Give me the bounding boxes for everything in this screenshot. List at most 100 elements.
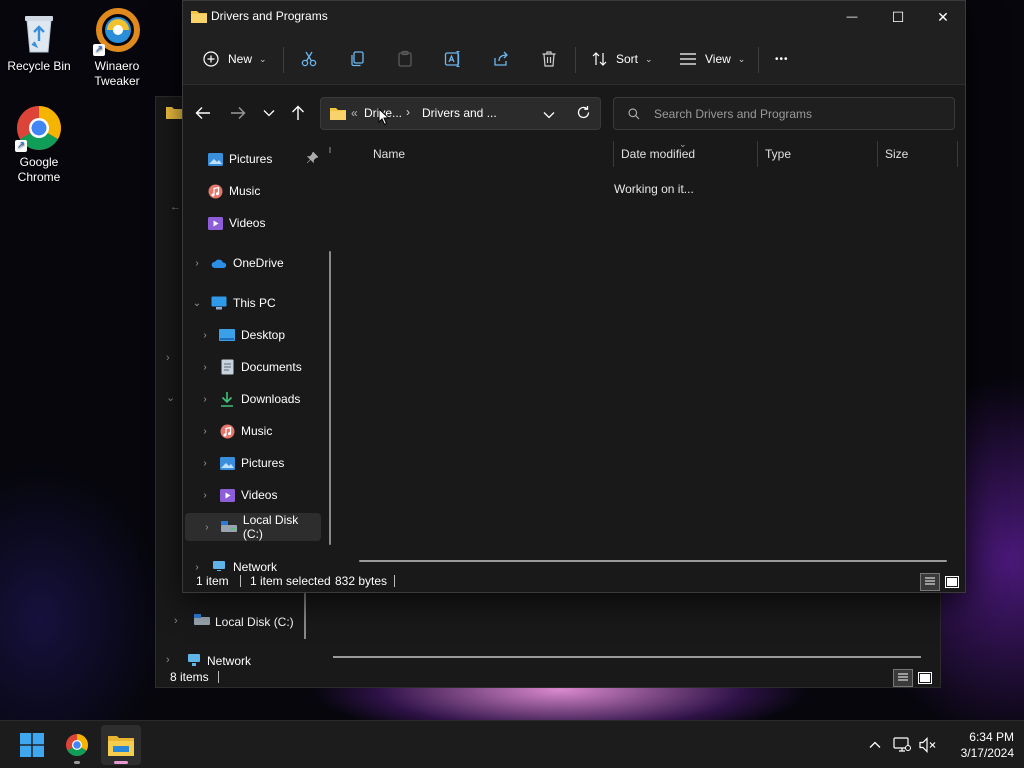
explorer-window[interactable]: Drivers and Programs — ☐ ✕ New ⌄ Sort ⌄ … (182, 0, 966, 593)
title-bar[interactable]: Drivers and Programs — ☐ ✕ (183, 1, 965, 33)
desktop-icon-google-chrome[interactable]: ↗ Google Chrome (1, 104, 77, 185)
back-button[interactable] (191, 101, 215, 125)
chevron-right-icon[interactable]: › (199, 490, 211, 501)
nav-item-label: Pictures (241, 456, 285, 470)
address-dropdown-button[interactable] (543, 108, 555, 122)
column-header-name[interactable]: Name (373, 147, 405, 161)
network-status-button[interactable] (892, 735, 912, 755)
chevron-right-icon[interactable]: › (199, 458, 211, 469)
nav-item-music[interactable]: › Music (183, 417, 329, 445)
large-icons-view-icon[interactable] (915, 669, 935, 687)
nav-item-videos-quick[interactable]: Videos (183, 209, 329, 237)
horizontal-scrollbar[interactable] (333, 656, 921, 658)
nav-item-documents[interactable]: › Documents (183, 353, 329, 381)
desktop-icon-label: Google Chrome (17, 155, 61, 184)
details-view-button[interactable] (920, 573, 940, 591)
column-divider[interactable] (877, 141, 878, 167)
chevron-down-icon: ⌄ (737, 53, 746, 64)
navigation-scrollbar[interactable] (329, 251, 331, 545)
delete-button[interactable] (540, 47, 558, 71)
minimize-button[interactable]: — (829, 1, 875, 33)
chevron-right-icon[interactable]: › (166, 352, 170, 364)
refresh-icon (577, 106, 590, 119)
chevron-right-icon[interactable]: › (166, 654, 170, 666)
file-explorer-icon (108, 736, 134, 756)
pictures-icon (219, 455, 235, 471)
chevron-right-icon[interactable]: › (191, 258, 203, 269)
nav-item-pictures[interactable]: › Pictures (183, 449, 329, 477)
chevron-down-icon[interactable]: ⌄ (166, 391, 175, 404)
forward-button[interactable] (226, 101, 250, 125)
taskbar-file-explorer-button[interactable] (101, 725, 141, 765)
chevron-right-icon[interactable]: › (199, 362, 211, 373)
file-list[interactable]: ⌄ Name Date modified Type Size Working o… (341, 139, 965, 571)
recent-locations-button[interactable] (257, 101, 281, 125)
nav-item-downloads[interactable]: › Downloads (183, 385, 329, 413)
maximize-button[interactable]: ☐ (875, 1, 921, 33)
details-view-icon[interactable] (893, 669, 913, 687)
chevron-down-icon[interactable]: ⌄ (191, 298, 203, 309)
nav-item-onedrive[interactable]: › OneDrive (183, 249, 329, 277)
chevron-right-icon[interactable]: › (201, 522, 213, 533)
horizontal-scrollbar[interactable] (359, 560, 947, 562)
column-header-type[interactable]: Type (765, 147, 791, 161)
refresh-button[interactable] (576, 105, 591, 123)
share-icon (494, 51, 508, 66)
show-hidden-icons-button[interactable] (865, 735, 885, 755)
chevron-down-icon (543, 112, 555, 119)
nav-item-videos[interactable]: › Videos (183, 481, 329, 509)
chevron-down-icon: ⌄ (645, 53, 653, 64)
back-arrow-icon[interactable]: ← (170, 201, 181, 213)
chevron-right-icon[interactable]: › (199, 426, 211, 437)
nav-item-local-disk[interactable]: › Local Disk (C:) (185, 513, 321, 541)
volume-button[interactable] (918, 735, 938, 755)
chevron-up-icon (869, 741, 881, 748)
nav-item-network[interactable]: › Network (183, 553, 329, 571)
nav-item-music-quick[interactable]: Music (183, 177, 329, 205)
nav-item-pictures-quick[interactable]: Pictures (183, 145, 329, 173)
column-divider[interactable] (613, 141, 614, 167)
desktop-icon-recycle-bin[interactable]: Recycle Bin (1, 8, 77, 74)
search-input[interactable]: Search Drivers and Programs (613, 97, 955, 130)
taskbar-clock[interactable]: 6:34 PM 3/17/2024 (938, 729, 1014, 761)
taskbar-chrome-button[interactable] (57, 725, 97, 765)
scrollbar-top-arrow[interactable] (329, 147, 331, 153)
column-header-date-modified[interactable]: Date modified (621, 147, 695, 161)
breadcrumb-item[interactable]: Drivers and ... (422, 106, 497, 120)
copy-button[interactable] (348, 47, 366, 71)
clock-time: 6:34 PM (969, 730, 1014, 744)
nav-item-local-disk[interactable]: Local Disk (C:) (215, 615, 294, 629)
start-button[interactable] (12, 725, 52, 765)
active-indicator (114, 761, 128, 764)
rename-button[interactable] (444, 47, 462, 71)
cut-button[interactable] (300, 47, 318, 71)
chevron-right-icon[interactable]: › (174, 615, 178, 627)
new-button[interactable]: New ⌄ (203, 47, 267, 71)
nav-item-network[interactable]: Network (207, 654, 251, 668)
breadcrumb-overflow[interactable]: « (351, 106, 358, 120)
share-button[interactable] (492, 47, 510, 71)
command-separator (575, 47, 576, 73)
network-ethernet-icon (893, 737, 911, 752)
desktop-icon-winaero-tweaker[interactable]: ↗ Winaero Tweaker (79, 8, 155, 89)
address-bar[interactable]: « Drive... › Drivers and ... (320, 97, 601, 130)
close-button[interactable]: ✕ (920, 1, 966, 33)
sort-button[interactable]: Sort ⌄ (591, 47, 653, 71)
chevron-right-icon[interactable]: › (199, 394, 211, 405)
nav-item-desktop[interactable]: › Desktop (183, 321, 329, 349)
large-icons-view-button[interactable] (942, 573, 962, 591)
volume-muted-icon (919, 737, 936, 753)
window-title: Drivers and Programs (211, 9, 328, 23)
column-header-size[interactable]: Size (885, 147, 908, 161)
column-divider[interactable] (957, 141, 958, 167)
more-options-button[interactable]: ••• (775, 47, 789, 71)
column-divider[interactable] (757, 141, 758, 167)
chevron-right-icon[interactable]: › (199, 330, 211, 341)
up-button[interactable] (286, 101, 310, 125)
trash-icon (542, 51, 556, 67)
nav-item-this-pc[interactable]: ⌄ This PC (183, 289, 329, 317)
paste-button[interactable] (396, 47, 414, 71)
view-button[interactable]: View ⌄ (679, 47, 745, 71)
pictures-icon (207, 151, 223, 167)
chevron-right-icon[interactable]: › (191, 562, 203, 572)
